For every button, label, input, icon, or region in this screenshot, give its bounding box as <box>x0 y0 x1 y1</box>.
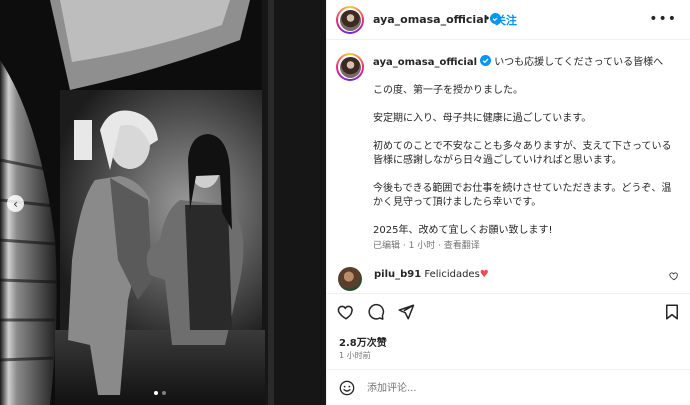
comment-bubble-icon[interactable] <box>367 303 385 321</box>
caption-meta: 已编辑 · 1 小时 · 查看翻译 <box>373 241 480 251</box>
comment-item: pilu_b91 Felicidades♥ <box>327 262 690 292</box>
carousel-dot <box>162 391 166 395</box>
caption-paragraph: 今後もできる範囲でお仕事を続けさせていただきます。どうぞ、温かく見守って頂けまし… <box>373 183 672 208</box>
post-detail-panel: aya_omasa_official • 关注 ••• aya_omasa_of… <box>326 0 690 405</box>
author-avatar[interactable] <box>336 6 364 34</box>
comment-body: Felicidades <box>424 269 480 280</box>
caption-author-avatar[interactable] <box>336 53 364 81</box>
smiley-icon[interactable] <box>339 380 355 396</box>
caption-paragraph: この度、第一子を授かりました。 <box>373 85 523 96</box>
carousel-prev-button[interactable]: ‹ <box>7 195 24 212</box>
carousel-dots <box>154 391 166 395</box>
post-header: aya_omasa_official • 关注 ••• <box>327 0 690 40</box>
caption-paragraph: 安定期に入り、母子共に健康に過ごしています。 <box>373 113 592 124</box>
post-actions-bar: 2.8万次赞 1 小时前 <box>327 293 690 375</box>
follow-button[interactable]: 关注 <box>495 12 517 28</box>
comment-input[interactable] <box>367 378 667 398</box>
more-options-icon[interactable]: ••• <box>649 11 677 27</box>
bookmark-save-icon[interactable] <box>663 303 681 321</box>
caption-first-line: いつも応援してくださっている皆様へ <box>494 57 664 68</box>
comment-like-heart-icon[interactable] <box>669 271 679 281</box>
post-time-ago[interactable]: 1 小时前 <box>339 350 371 361</box>
caption-area: aya_omasa_official いつも応援してくださっている皆様へ この度… <box>327 41 690 255</box>
likes-count[interactable]: 2.8万次赞 <box>339 334 387 349</box>
verified-badge-icon <box>480 55 491 66</box>
red-heart-emoji: ♥ <box>479 269 489 280</box>
add-comment-bar <box>327 369 690 405</box>
caption-paragraph: 2025年、改めて宜しくお願い致します! <box>373 225 553 236</box>
author-username[interactable]: aya_omasa_official <box>373 13 502 26</box>
caption-paragraph: 初めてのことで不安なことも多々ありますが、支えて下さっている皆様に感謝しながら日… <box>373 141 672 166</box>
caption-username[interactable]: aya_omasa_official <box>373 55 491 68</box>
commenter-avatar[interactable] <box>338 267 362 291</box>
caption-text: aya_omasa_official いつも応援してくださっている皆様へ この度… <box>373 55 673 238</box>
commenter-username[interactable]: pilu_b91 <box>374 269 421 280</box>
carousel-dot-active <box>154 391 158 395</box>
share-paper-plane-icon[interactable] <box>397 303 415 321</box>
comment-text: pilu_b91 Felicidades♥ <box>374 269 489 280</box>
couple-photo-illustration <box>0 0 326 405</box>
like-heart-icon[interactable] <box>337 303 355 321</box>
header-separator: • <box>484 12 491 25</box>
post-photo[interactable]: ‹ <box>0 0 326 405</box>
